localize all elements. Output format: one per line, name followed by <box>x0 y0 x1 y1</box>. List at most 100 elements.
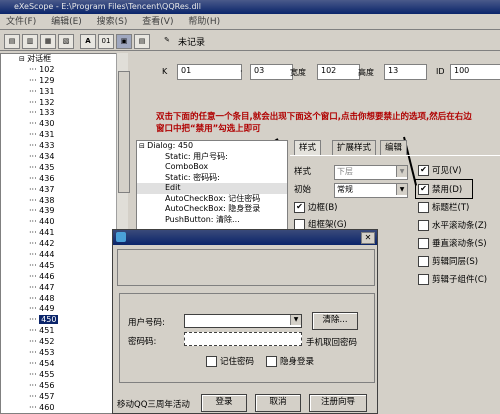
k-field[interactable]: 01 <box>177 64 242 80</box>
style-checkbox[interactable]: 剪辑子组件(C) <box>418 274 487 286</box>
control-tree-item[interactable]: PushButton: 清除... <box>137 215 287 226</box>
tree-item[interactable]: ··· 430 <box>1 119 127 130</box>
user-combo-arrow-icon[interactable]: ▼ <box>290 315 301 325</box>
border-checkbox[interactable]: ✔ 边框(B) <box>294 202 337 214</box>
menu-editor-icon[interactable]: ▤ <box>134 34 150 49</box>
tree-item[interactable]: ··· 436 <box>1 174 127 185</box>
tree-item-label: 132 <box>39 97 55 107</box>
menu-search[interactable]: 搜索(S) <box>91 14 134 30</box>
style-checkbox[interactable]: 垂直滚动条(S) <box>418 238 487 250</box>
dialog-title-bar: ✕ <box>113 230 377 245</box>
tree-item[interactable]: ··· 131 <box>1 87 127 98</box>
scrollbar-thumb[interactable] <box>118 71 130 193</box>
tree-item[interactable]: ··· 451 <box>1 326 127 337</box>
binary-icon[interactable]: 01 <box>98 34 114 49</box>
export-icon[interactable]: ▦ <box>40 34 56 49</box>
tree-item[interactable]: ··· 455 <box>1 370 127 381</box>
tree-item[interactable]: ··· 441 <box>1 228 127 239</box>
login-form: 用户号码: ▼ 清除... 密码码: 手机取回密码 记住密码 隐身登录 <box>119 293 375 383</box>
tree-item[interactable]: ··· 456 <box>1 381 127 392</box>
menu-help[interactable]: 帮助(H) <box>182 14 226 30</box>
tree-item[interactable]: ··· 453 <box>1 348 127 359</box>
tree-item[interactable]: ··· 133 <box>1 108 127 119</box>
tree-item[interactable]: ··· 460 <box>1 403 127 414</box>
tree-item-label: 441 <box>39 228 55 238</box>
tree-item[interactable]: ··· 447 <box>1 283 127 294</box>
tree-item[interactable]: ··· 440 <box>1 217 127 228</box>
control-tree-item-label: ComboBox <box>165 162 209 171</box>
tree-item[interactable]: ··· 446 <box>1 272 127 283</box>
tree-item[interactable]: ··· 439 <box>1 206 127 217</box>
control-tree-item[interactable]: AutoCheckBox: 记住密码 <box>137 194 287 205</box>
tree-item[interactable]: ··· 444 <box>1 250 127 261</box>
style-label: 样式 <box>294 167 312 177</box>
tree-item-label: 431 <box>39 130 55 140</box>
control-tree-item[interactable]: ComboBox <box>137 162 287 173</box>
tree-root[interactable]: ⊟ 对话框 <box>1 54 127 65</box>
tree-item[interactable]: ··· 437 <box>1 185 127 196</box>
import-icon[interactable]: ▧ <box>58 34 74 49</box>
tree-item[interactable]: ··· 435 <box>1 163 127 174</box>
password-field[interactable] <box>184 332 302 346</box>
control-tree-root[interactable]: ⊟ Dialog: 450 <box>137 141 287 152</box>
tree-item[interactable]: ··· 452 <box>1 337 127 348</box>
tree-item[interactable]: ··· 442 <box>1 239 127 250</box>
tree-item[interactable]: ··· 431 <box>1 130 127 141</box>
control-tree-item[interactable]: Edit <box>137 183 287 194</box>
tree-item[interactable]: ··· 434 <box>1 152 127 163</box>
tree-item-label: 440 <box>39 217 55 227</box>
cancel-button[interactable]: 取消 <box>255 394 301 412</box>
font-icon[interactable]: A <box>80 34 96 49</box>
tree-item[interactable]: ··· 449 <box>1 304 127 315</box>
stealth-checkbox[interactable]: 隐身登录 <box>266 356 314 368</box>
style-checkbox[interactable]: 水平滚动条(Z) <box>418 220 487 232</box>
close-icon[interactable]: ✕ <box>361 232 375 244</box>
style-combo[interactable]: 下层 ▼ <box>334 165 408 180</box>
y-field[interactable]: 03 <box>250 64 293 80</box>
control-tree-item[interactable]: Static: 用户号码: <box>137 152 287 163</box>
disable-highlight <box>415 179 473 199</box>
clear-button[interactable]: 清除... <box>312 312 358 330</box>
control-tree-item[interactable]: AutoCheckBox: 隐身登录 <box>137 204 287 215</box>
tree-item[interactable]: ··· 457 <box>1 392 127 403</box>
tree-item[interactable]: ··· 445 <box>1 261 127 272</box>
tree-item[interactable]: ··· 433 <box>1 141 127 152</box>
tree-item[interactable]: ··· 102 <box>1 65 127 76</box>
width-field[interactable]: 102 <box>317 64 360 80</box>
register-button[interactable]: 注册向导 <box>309 394 367 412</box>
tree-item[interactable]: ··· 448 <box>1 294 127 305</box>
tree-item[interactable]: ··· 438 <box>1 196 127 207</box>
user-combo[interactable]: ▼ <box>184 314 302 328</box>
tree-item[interactable]: ··· 132 <box>1 98 127 109</box>
qq-icon <box>116 232 126 242</box>
menu-file[interactable]: 文件(F) <box>0 14 42 30</box>
height-field[interactable]: 13 <box>384 64 427 80</box>
tree-item[interactable]: ··· 450 <box>1 315 127 326</box>
promo-link[interactable]: 移动QQ三周年活动 <box>117 398 190 410</box>
control-tree[interactable]: ⊟ Dialog: 450 Static: 用户号码: ComboBox Stati… <box>136 140 288 230</box>
control-tree-item[interactable]: Static: 密码码: <box>137 173 287 184</box>
retrieve-password-link[interactable]: 手机取回密码 <box>306 336 357 348</box>
menu-view[interactable]: 查看(V) <box>136 14 179 30</box>
style-checkbox-label: 水平滚动条(Z) <box>432 221 487 231</box>
open-icon[interactable]: ▤ <box>4 34 20 49</box>
tab-edit[interactable]: 编辑 <box>380 140 408 156</box>
init-combo[interactable]: 常规 ▼ <box>334 183 408 198</box>
style-checkbox[interactable]: 标题栏(T) <box>418 202 469 214</box>
tab-ext-style[interactable]: 扩展样式 <box>332 140 377 156</box>
id-field[interactable]: 100 <box>450 64 500 80</box>
checkbox-icon <box>418 220 429 231</box>
save-icon[interactable]: ▥ <box>22 34 38 49</box>
dialog-icon[interactable]: ▣ <box>116 34 132 49</box>
style-checkbox[interactable]: 剪辑同层(S) <box>418 256 478 268</box>
tree-item[interactable]: ··· 454 <box>1 359 127 370</box>
style-checkbox[interactable]: ✔ 可见(V) <box>418 165 461 177</box>
checkbox-icon <box>418 202 429 213</box>
resource-tree[interactable]: ⊟ 对话框 ··· 102 ··· 129 ··· 131 ··· 132 ··· 13… <box>0 53 128 414</box>
init-label: 初始 <box>294 185 312 195</box>
remember-checkbox[interactable]: 记住密码 <box>206 356 254 368</box>
tree-item[interactable]: ··· 129 <box>1 76 127 87</box>
tab-style[interactable]: 样式 <box>294 140 322 156</box>
menu-edit[interactable]: 编辑(E) <box>45 14 88 30</box>
login-button[interactable]: 登录 <box>201 394 247 412</box>
